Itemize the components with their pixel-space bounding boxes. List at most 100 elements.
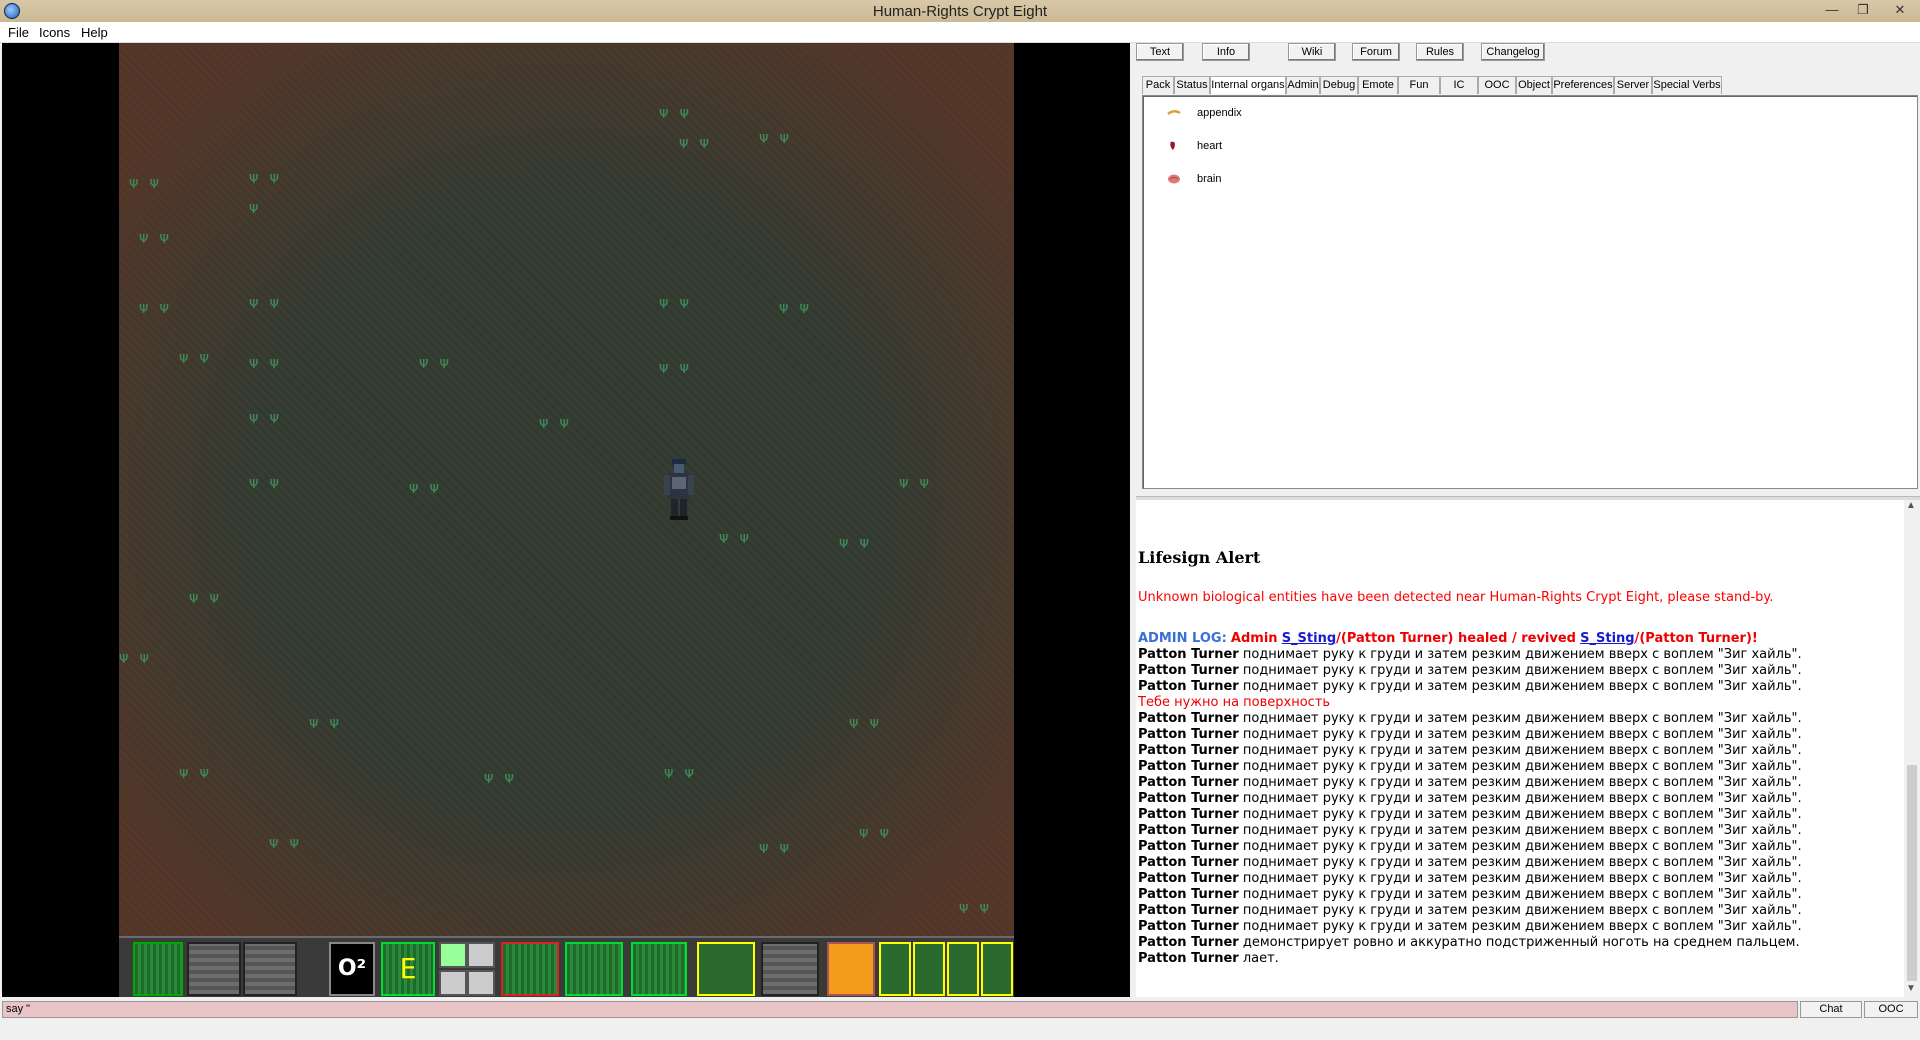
chat-line: Patton Turner поднимает руку к груди и з… [1138,775,1898,791]
tab-special-verbs[interactable]: Special Verbs [1652,76,1722,94]
run-walk-icon[interactable] [631,942,687,996]
chat-line: Patton Turner лает. [1138,951,1898,967]
map-viewport: ᴪ ᴪ ᴪ ᴪ ᴪ ᴪ ᴪ ᴪ ᴪ ᴪ ᴪ ᴪ ᴪ ᴪ ᴪ ᴪ ᴪ ᴪ ᴪ ᴪ … [2,43,1130,997]
scroll-up-icon[interactable]: ▲ [1906,500,1916,511]
tab-fun[interactable]: Fun [1398,76,1440,94]
chat-text: поднимает руку к груди и затем резким дв… [1242,871,1802,886]
wiki-button[interactable]: Wiki [1288,43,1336,61]
tab-internal-organs[interactable]: Internal organs [1210,76,1286,94]
chat-line: Patton Turner поднимает руку к груди и з… [1138,679,1898,695]
tab-status[interactable]: Status [1174,76,1210,94]
emote-icon[interactable] [981,942,1013,996]
admin-user-link[interactable]: S_Sting [1282,631,1336,646]
tab-ic[interactable]: IC [1440,76,1478,94]
admin-user-link[interactable]: S_Sting [1580,631,1634,646]
grass-tuft: ᴪ ᴪ [959,898,992,917]
menu-file[interactable]: File [8,25,29,40]
intent-harm-icon[interactable] [467,970,495,996]
speaker-name: Patton Turner [1138,855,1239,870]
scroll-down-icon[interactable]: ▼ [1906,983,1916,994]
forum-button[interactable]: Forum [1352,43,1400,61]
admin-label: Admin [1230,631,1278,646]
stat-panel: appendix heart brain [1142,95,1918,489]
grass-tuft: ᴪ ᴪ [249,293,282,312]
tab-pack[interactable]: Pack [1142,76,1174,94]
tab-emote[interactable]: Emote [1358,76,1398,94]
grass-tuft: ᴪ ᴪ [249,408,282,427]
speaker-name: Patton Turner [1138,839,1239,854]
log-lines: ADMIN LOG: Admin S_Sting/(Patton Turner)… [1138,631,1898,967]
chat-button[interactable]: Chat [1800,1001,1862,1018]
text-button[interactable]: Text [1136,43,1184,61]
grass-tuft: ᴪ ᴪ [419,353,452,372]
tab-debug[interactable]: Debug [1320,76,1358,94]
changelog-button[interactable]: Changelog [1481,43,1545,61]
scroll-thumb[interactable] [1907,765,1917,981]
grass-tuft: ᴪ ᴪ [309,713,342,732]
menu-help[interactable]: Help [81,25,108,40]
grass-tuft: ᴪ ᴪ [719,528,752,547]
rules-button[interactable]: Rules [1416,43,1464,61]
close-icon[interactable]: ✕ [1880,0,1920,20]
emote-icon[interactable] [913,942,945,996]
chat-text: поднимает руку к груди и затем резким дв… [1242,807,1802,822]
speaker-name: Patton Turner [1138,743,1239,758]
intent-disarm-icon[interactable] [467,942,495,968]
health-doll-icon[interactable] [697,942,755,996]
chat-scrollbar[interactable]: ▲ ▼ [1904,500,1920,997]
tab-admin[interactable]: Admin [1286,76,1320,94]
intent-grab-icon[interactable] [439,970,467,996]
emote-icon[interactable] [879,942,911,996]
speaker-name: Patton Turner [1138,935,1239,950]
tab-preferences[interactable]: Preferences [1552,76,1614,94]
minimize-icon[interactable]: — [1815,0,1849,20]
grass-tuft: ᴪ ᴪ [119,648,152,667]
alert-message: Unknown biological entities have been de… [1138,590,1774,605]
grass-tuft: ᴪ [249,198,262,217]
grass-tuft: ᴪ ᴪ [659,358,692,377]
right-panel: Text Info Wiki Forum Rules Changelog Pac… [1136,43,1920,997]
chat-line: Patton Turner поднимает руку к груди и з… [1138,823,1898,839]
speaker-name: Patton Turner [1138,903,1239,918]
tab-server[interactable]: Server [1614,76,1652,94]
speaker-name: Patton Turner [1138,823,1239,838]
intent-help-icon[interactable] [439,942,467,968]
menu-icons[interactable]: Icons [39,25,70,40]
tab-object[interactable]: Object [1516,76,1552,94]
speaker-name: Patton Turner [1138,919,1239,934]
chat-text: поднимает руку к груди и затем резким дв… [1242,903,1802,918]
emote-icon[interactable] [947,942,979,996]
hud-equip-slot[interactable] [133,942,183,996]
left-hand-icon[interactable] [501,942,559,996]
pda-icon[interactable] [761,942,819,996]
speaker-name: Patton Turner [1138,887,1239,902]
chat-output: Lifesign Alert Unknown biological entiti… [1136,500,1904,997]
chat-text: поднимает руку к груди и затем резким дв… [1242,727,1802,742]
chat-text: поднимает руку к груди и затем резким дв… [1242,791,1802,806]
tab-ooc[interactable]: OOC [1478,76,1516,94]
speaker-name: Patton Turner [1138,791,1239,806]
chat-text: поднимает руку к груди и затем резким дв… [1242,647,1802,662]
speaker-name: Patton Turner [1138,775,1239,790]
status-strip [0,1020,1920,1040]
right-hand-icon[interactable] [565,942,623,996]
grass-tuft: ᴪ ᴪ [659,103,692,122]
speaker-name: Patton Turner [1138,871,1239,886]
chat-text: поднимает руку к груди и затем резким дв… [1242,663,1802,678]
chat-line: Patton Turner поднимает руку к груди и з… [1138,839,1898,855]
grass-tuft: ᴪ ᴪ [249,473,282,492]
game-map[interactable]: ᴪ ᴪ ᴪ ᴪ ᴪ ᴪ ᴪ ᴪ ᴪ ᴪ ᴪ ᴪ ᴪ ᴪ ᴪ ᴪ ᴪ ᴪ ᴪ ᴪ … [119,43,1014,997]
oxygen-icon[interactable]: O² [329,942,375,996]
chat-line: Patton Turner поднимает руку к груди и з… [1138,791,1898,807]
player-character[interactable] [662,459,696,521]
chat-line: Patton Turner поднимает руку к груди и з… [1138,871,1898,887]
restore-icon[interactable]: ❐ [1846,0,1880,20]
speaker-name: Patton Turner [1138,759,1239,774]
internals-button[interactable]: E [381,942,435,996]
grass-tuft: ᴪ ᴪ [664,763,697,782]
info-button[interactable]: Info [1202,43,1250,61]
chat-line: Patton Turner поднимает руку к груди и з… [1138,903,1898,919]
command-input[interactable]: say " [2,1001,1798,1018]
hud-bar: O² E [119,936,1014,997]
ooc-button[interactable]: OOC [1864,1001,1918,1018]
